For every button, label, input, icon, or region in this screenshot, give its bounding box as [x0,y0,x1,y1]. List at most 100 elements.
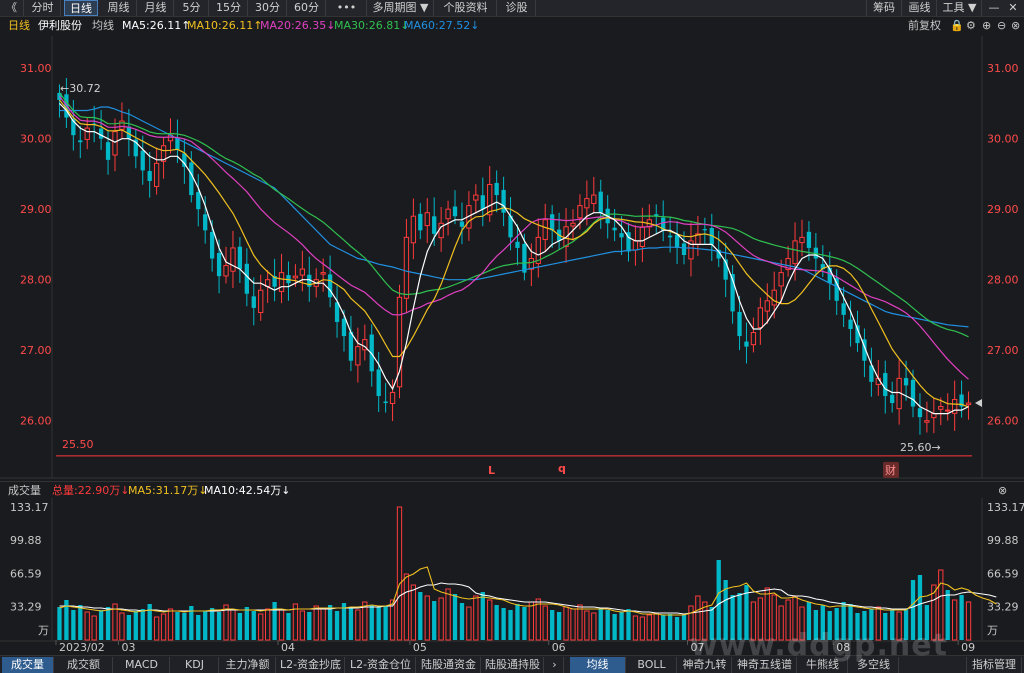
tab-turnover[interactable]: 成交额 [55,657,113,673]
volume-bar [612,614,617,640]
volume-bar [432,601,437,640]
candle-body [251,296,256,308]
volume-bar [369,605,374,640]
volume-label-right: 133.17 [987,501,1024,514]
volume-bar [278,609,285,641]
volume-bar [258,613,264,641]
volume-bar [459,603,465,640]
close-volume-icon[interactable]: ⊗ [998,482,1007,499]
volume-bar [396,506,403,641]
volume-bar [265,608,271,641]
tab-l2-position[interactable]: L2-资金仓位 [346,657,416,673]
volume-bar [646,614,652,641]
kline-chart[interactable]: 31.00 31.00 30.00 30.00 29.00 29.00 28.00 28.00… [0,0,1024,673]
event-marker-l: L [488,464,495,477]
tab-l2-bottom[interactable]: L2-资金抄底 [277,657,345,673]
volume-bar [452,594,458,640]
candle-body [771,289,777,306]
volume-bar [403,573,410,641]
volume-unit-left: 万 [38,624,49,637]
candle-body [98,128,104,139]
candle-body [903,378,909,386]
volume-bar [126,615,132,640]
candle-body [452,206,458,217]
candle-body [403,236,410,299]
price-label-right: 31.00 [987,62,1019,75]
volume-bar [147,604,152,640]
tab-hk-connect-hold[interactable]: 陆股通持股 [482,657,544,673]
price-label-left: 27.00 [20,344,52,357]
tabs-more-arrow[interactable]: › [546,657,564,673]
candle-body [480,195,485,210]
tab-kdj[interactable]: KDJ [171,657,219,673]
candle-body [591,194,597,204]
candle-body [459,221,465,227]
volume-bar [251,611,256,640]
current-price-pointer [975,399,982,408]
tab-volume[interactable]: 成交量 [2,657,54,673]
tab-hk-connect-fund[interactable]: 陆股通资金 [417,657,481,673]
volume-bar [376,607,381,640]
volume-bar [639,616,646,641]
volume-bar [209,608,215,640]
volume-bar [153,616,160,641]
volume-bar [91,615,97,641]
volume-bar [522,607,527,640]
volume-bar [327,605,333,640]
volume-bar [535,598,541,641]
candle-body [278,272,285,292]
candle-body [584,198,590,209]
volume-bar [577,604,583,641]
tab-main-net[interactable]: 主力净额 [220,657,276,673]
candle-body [542,219,548,240]
volume-bar [584,610,590,641]
volume-total: 总量:22.90万↓ [52,484,130,497]
volume-bar [383,606,388,640]
candle-body [632,240,639,251]
volume-bar [410,584,417,641]
candle-body [778,272,784,287]
tab-ma[interactable]: 均线 [570,657,626,673]
candle-body [153,162,160,187]
volume-bar [466,606,472,641]
volume-bar [175,612,180,640]
price-label-right: 29.00 [987,203,1019,216]
tab-boll[interactable]: BOLL [627,657,677,673]
candle-body [376,369,381,396]
candle-body [917,408,923,418]
price-label-right: 28.00 [987,274,1019,287]
tab-macd[interactable]: MACD [114,657,170,673]
candle-body [445,208,451,220]
candle-body [757,307,763,329]
candle-body [432,216,437,234]
volume-bar [78,605,83,640]
volume-bar [619,612,624,640]
volume-bar [632,615,639,641]
volume-bar [563,606,569,641]
x-tick-label: 09 [961,641,975,654]
candle-body [598,191,603,213]
candle-body [737,311,742,337]
candle-body [327,274,333,298]
candle-body [764,300,770,312]
candle-body [848,319,853,330]
price-label-right: 30.00 [987,133,1019,146]
candle-body [140,150,145,171]
candle-body [78,140,83,143]
volume-bar [313,605,319,641]
volume-bar [445,588,451,641]
candle-body [501,189,506,213]
volume-bar [508,610,513,640]
volume-ma10-line [59,582,997,615]
volume-bar [160,613,167,641]
volume-bar [965,601,972,641]
volume-ma5-line [59,566,997,616]
candle-body [389,391,396,404]
x-tick-label: 04 [281,641,295,654]
financial-report-label: 财 [885,463,896,477]
indicator-manage-button[interactable]: 指标管理 [966,657,1022,673]
volume-bar [473,595,479,641]
candle-body [577,205,583,219]
volume-label-left: 99.88 [10,534,42,547]
volume-bar [119,612,125,641]
